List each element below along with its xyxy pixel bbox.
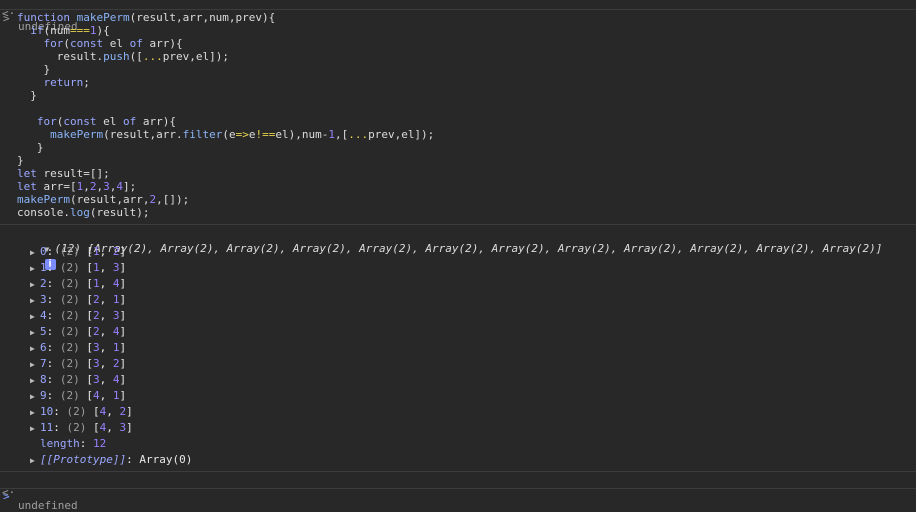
console-input[interactable]: > [0,489,916,503]
code-line: return; [43,76,90,89]
entry-length: (2) [59,389,80,402]
code-line: } [17,63,51,76]
chevron-right-icon: > [3,12,10,25]
entry-index: 2 [40,277,47,290]
triangle-right-icon[interactable]: ▶ [30,421,40,437]
entry-value: [2, 4] [86,325,127,338]
triangle-right-icon[interactable]: ▶ [30,293,40,309]
entry-value: [3, 1] [86,341,127,354]
array-entry-row[interactable]: ▶ 11: (2) [4, 3] [30,420,192,436]
entry-value: [2, 3] [86,309,127,322]
entry-index: 1 [40,261,47,274]
triangle-right-icon[interactable]: ▶ [30,453,40,469]
triangle-right-icon[interactable]: ▶ [30,357,40,373]
prototype-value: Array(0) [139,453,193,466]
entry-length: (2) [59,277,80,290]
entry-length: (2) [59,325,80,338]
code-line: } [17,141,44,154]
code-line: for(const el of arr){ [43,37,183,50]
triangle-right-icon[interactable]: ▶ [30,261,40,277]
entry-value: [3, 2] [86,357,127,370]
entry-value: [1, 3] [86,261,127,274]
top-result-row: <· undefined [0,0,78,33]
triangle-right-icon[interactable]: ▶ [30,389,40,405]
length-row: length: 12 [40,437,107,450]
triangle-right-icon[interactable]: ▶ [30,309,40,325]
triangle-right-icon[interactable]: ▶ [30,405,40,421]
entry-index: 11 [40,421,54,434]
code-line: for(const el of arr){ [36,115,176,128]
entry-value: [4, 1] [86,389,127,402]
array-entry-row[interactable]: ▶ 2: (2) [1, 4] [30,276,192,292]
code-line: let result=[]; [17,167,110,180]
array-entry-row[interactable]: ▶ 9: (2) [4, 1] [30,388,192,404]
separator [0,224,916,225]
code-line: makePerm(result,arr.filter(e=>e!==el),nu… [50,128,435,141]
entry-index: 9 [40,389,47,402]
code-line: let arr=[1,2,3,4]; [17,180,137,193]
array-entry-row[interactable]: ▶ 1: (2) [1, 3] [30,260,192,276]
entry-index: 0 [40,245,47,258]
array-entry-row[interactable]: ▶ 3: (2) [2, 1] [30,292,192,308]
entry-length: (2) [59,293,80,306]
length-label: length [40,437,80,450]
code-line: console.log(result); [17,206,150,219]
entry-index: 7 [40,357,47,370]
entry-length: (2) [59,261,80,274]
triangle-right-icon[interactable]: ▶ [30,245,40,261]
triangle-right-icon[interactable]: ▶ [30,325,40,341]
triangle-right-icon[interactable]: ▶ [30,373,40,389]
array-entry-row[interactable]: ▶ 6: (2) [3, 1] [30,340,192,356]
triangle-right-icon[interactable]: ▶ [30,341,40,357]
entry-value: [1, 4] [86,277,127,290]
array-entry-row[interactable]: ▶ 8: (2) [3, 4] [30,372,192,388]
entry-index: 4 [40,309,47,322]
entry-length: (2) [59,341,80,354]
separator [0,9,916,10]
separator [0,471,916,472]
code-line: result.push([...prev,el]); [17,50,229,63]
code-line: makePerm(result,arr,2,[]); [17,193,190,206]
entry-value: [1, 2] [86,245,127,258]
entry-index: 10 [40,405,54,418]
array-entry-row[interactable]: ▶ 10: (2) [4, 2] [30,404,192,420]
bottom-result-row: <· undefined [0,473,78,512]
entry-value: [4, 2] [93,405,133,418]
code-line: } [17,89,37,102]
entry-index: 8 [40,373,47,386]
code-line: if(num===1){ [30,24,110,37]
triangle-right-icon[interactable]: ▶ [30,277,40,293]
entry-index: 6 [40,341,47,354]
array-entry-row[interactable]: ▶ 4: (2) [2, 3] [30,308,192,324]
entry-length: (2) [59,357,80,370]
entry-value: [3, 4] [86,373,127,386]
array-entry-row[interactable]: ▶ 7: (2) [3, 2] [30,356,192,372]
length-value: 12 [93,437,107,450]
chevron-right-icon: > [3,490,10,503]
array-entry-row[interactable]: ▶ 0: (2) [1, 2] [30,244,192,260]
prototype-row[interactable]: ▶ [[Prototype]]: Array(0) [30,452,192,468]
entry-index: 3 [40,293,47,306]
entry-length: (2) [66,421,87,434]
code-line: function makePerm(result,arr,num,prev){ [17,11,276,24]
entry-index: 5 [40,325,47,338]
entry-length: (2) [59,245,80,258]
entry-length: (2) [59,373,80,386]
entry-value: [4, 3] [93,421,133,434]
entry-value: [2, 1] [86,293,127,306]
array-entry-row[interactable]: ▶ 5: (2) [2, 4] [30,324,192,340]
entry-length: (2) [66,405,87,418]
entry-length: (2) [59,309,80,322]
prototype-label: [[Prototype]] [40,453,127,466]
code-line: } [17,154,24,167]
